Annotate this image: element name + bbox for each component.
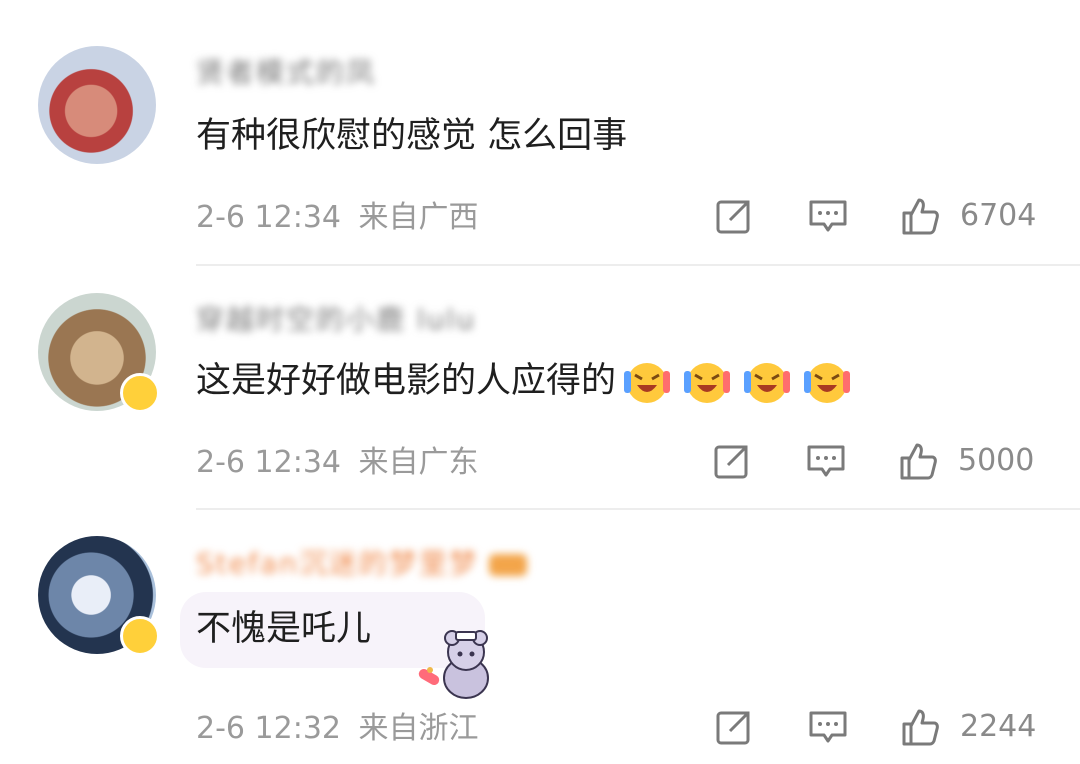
comment-icon[interactable] (808, 196, 848, 236)
username[interactable]: Stefan沉迷的梦里梦 (196, 546, 527, 582)
like-count: 6704 (960, 198, 1037, 233)
comment-text: 不愧是吒儿 (196, 609, 372, 649)
like-icon[interactable] (900, 707, 940, 747)
bear-nurse-sticker-icon[interactable] (410, 616, 502, 708)
laughing-cry-emoji-icon (624, 363, 671, 403)
vip-badge-icon (120, 616, 160, 656)
share-icon[interactable] (712, 441, 752, 481)
comment-actions: 5000 (0, 441, 1080, 485)
like-count: 5000 (958, 443, 1035, 478)
comment-item: Stefan沉迷的梦里梦 不愧是吒儿 2-6 12:32 来自浙江 2244 (0, 510, 1080, 764)
comment-icon[interactable] (808, 707, 848, 747)
like-icon[interactable] (898, 441, 938, 481)
like-icon[interactable] (900, 196, 940, 236)
comment-text: 有种很欣慰的感觉 怎么回事 (196, 116, 628, 156)
comment-actions: 2244 (0, 707, 1080, 751)
comment-item: 贤者模式的凤 有种很欣慰的感觉 怎么回事 2-6 12:34 来自广西 6704 (0, 0, 1080, 262)
comment-icon[interactable] (806, 441, 846, 481)
comment-item: 穿越时空的小鹿 lulu 这是好好做电影的人应得的 2-6 12:34 来自广东… (0, 266, 1080, 508)
comment-text: 这是好好做电影的人应得的 (196, 357, 862, 407)
comment-actions: 6704 (0, 196, 1080, 240)
comment-text-content: 这是好好做电影的人应得的 (196, 361, 617, 401)
username[interactable]: 贤者模式的凤 (196, 55, 376, 91)
username-text: Stefan沉迷的梦里梦 (196, 547, 479, 580)
share-icon[interactable] (714, 707, 754, 747)
username[interactable]: 穿越时空的小鹿 lulu (196, 302, 476, 338)
laughing-cry-emoji-icon (684, 363, 731, 403)
avatar[interactable] (38, 46, 156, 164)
user-level-badge-icon (488, 554, 527, 576)
emoji-row (622, 357, 862, 407)
laughing-cry-emoji-icon (804, 363, 851, 403)
share-icon[interactable] (714, 196, 754, 236)
laughing-cry-emoji-icon (744, 363, 791, 403)
like-count: 2244 (960, 709, 1037, 744)
vip-badge-icon (120, 373, 160, 413)
